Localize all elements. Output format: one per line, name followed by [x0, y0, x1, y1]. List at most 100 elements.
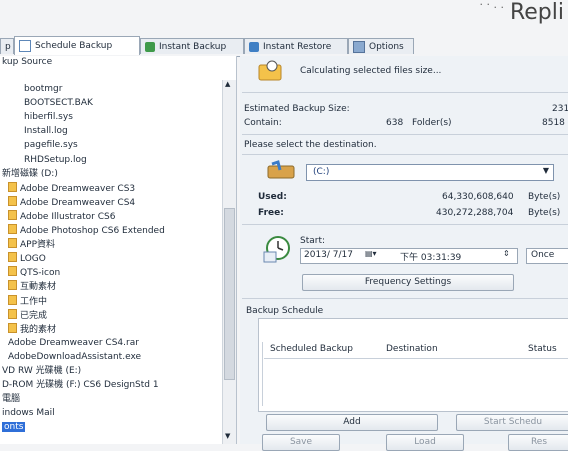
destination-prompt: Please select the destination. [244, 140, 377, 150]
chevron-down-icon: ▼ [542, 166, 549, 175]
backup-schedule-table[interactable] [258, 318, 568, 412]
calendar-dropdown-icon[interactable]: ▤▾ [365, 249, 377, 258]
tree-item-label: 電腦 [2, 394, 21, 405]
folder-icon [8, 195, 17, 206]
repeat-value: Once [531, 250, 555, 260]
tree-item-label: hiberfil.sys [24, 112, 73, 123]
options-icon [353, 40, 365, 53]
tree-item-label: QTS-icon [20, 268, 61, 279]
folder-count: 8518 [542, 118, 565, 128]
divider [242, 298, 568, 299]
time-spinner-icon[interactable]: ⇕ [503, 249, 510, 258]
restore-button[interactable]: Res [508, 434, 568, 451]
frequency-settings-button[interactable]: Frequency Settings [302, 274, 514, 291]
tab-options[interactable]: Options [348, 38, 414, 54]
app-title: Repli [509, 0, 564, 25]
tree-item-label: Adobe Dreamweaver CS4.rar [8, 337, 139, 348]
tree-item[interactable]: 新增磁碟 (D:) [2, 168, 58, 180]
tree-item[interactable]: bootmgr [24, 83, 62, 95]
contain-count: 638 [386, 118, 404, 128]
scroll-up-icon[interactable]: ▲ [225, 80, 230, 88]
tree-item[interactable]: QTS-icon [8, 266, 60, 278]
destination-drive-icon [266, 160, 298, 182]
tree-item[interactable]: Adobe Dreamweaver CS4.rar [8, 337, 139, 349]
tree-item[interactable]: Install.log [24, 125, 68, 137]
folder-search-icon [258, 58, 284, 82]
tree-item-label: AdobeDownloadAssistant.exe [8, 351, 142, 362]
tree-item-label: Adobe Dreamweaver CS4 [20, 197, 136, 208]
restore-arrow-icon [249, 41, 259, 52]
tree-item-label: Adobe Photoshop CS6 Extended [20, 226, 165, 236]
tree-item-label: APP資料 [20, 240, 56, 251]
start-schedule-button[interactable]: Start Schedu [456, 414, 568, 431]
backup-arrow-icon [145, 41, 155, 52]
tree-item-label: RHDSetup.log [24, 154, 87, 165]
tree-item[interactable]: 電腦 [2, 393, 20, 405]
tree-item-label: 工作中 [20, 296, 48, 307]
tree-item[interactable]: BOOTSECT.BAK [24, 97, 93, 109]
divider [242, 134, 568, 135]
tab-instant-restore[interactable]: Instant Restore [244, 38, 348, 54]
tree-item-label: D-ROM 光碟機 (F:) CS6 DesignStd 1 [2, 380, 159, 391]
load-button[interactable]: Load [386, 434, 464, 451]
column-header-scheduled-backup[interactable]: Scheduled Backup [270, 342, 353, 356]
tree-item[interactable]: D-ROM 光碟機 (F:) CS6 DesignStd 1 [2, 379, 159, 391]
backup-source-header: kup Source [2, 57, 53, 67]
folder-label: Folder(s) [412, 118, 452, 128]
add-button[interactable]: Add [266, 414, 438, 431]
free-label: Free: [258, 208, 284, 218]
tab-previous[interactable]: p [0, 38, 14, 54]
tree-item[interactable]: 互動素材 [8, 280, 56, 292]
tree-item[interactable]: 我的素材 [8, 322, 56, 335]
tree-item-label: Adobe Dreamweaver CS3 [20, 183, 136, 194]
tree-item[interactable]: Adobe Illustrator CS6 [8, 209, 115, 222]
tab-instant-backup[interactable]: Instant Backup [140, 38, 244, 54]
estimated-size-value: 231 [552, 104, 568, 114]
folder-icon [8, 181, 17, 192]
start-label: Start: [300, 236, 326, 246]
free-unit: Byte(s) [528, 208, 561, 218]
start-time[interactable]: 下午 03:31:39 [400, 250, 461, 263]
tab-schedule-backup[interactable]: Schedule Backup [14, 36, 140, 55]
tree-item[interactable]: Adobe Dreamweaver CS3 [8, 181, 136, 194]
tree-item-label: 已完成 [20, 310, 48, 321]
tree-item-label: BOOTSECT.BAK [24, 98, 93, 109]
tab-label: Instant Backup [159, 41, 227, 52]
table-header-divider [264, 358, 568, 359]
scroll-down-icon[interactable]: ▼ [225, 432, 230, 440]
tab-label: Instant Restore [263, 41, 332, 52]
divider [242, 92, 568, 93]
column-header-status[interactable]: Status [528, 342, 557, 356]
folder-icon [8, 280, 17, 291]
calculating-text: Calculating selected files size... [300, 66, 442, 76]
table-left-border [262, 342, 263, 406]
tree-item[interactable]: 工作中 [8, 294, 48, 307]
tree-item[interactable]: VD RW 光碟機 (E:) [2, 365, 81, 377]
tree-item[interactable]: AdobeDownloadAssistant.exe [8, 351, 141, 363]
tree-item[interactable]: LOGO [8, 252, 46, 264]
tab-label: Options [369, 41, 404, 52]
start-date[interactable]: 2013/ 7/17 [304, 250, 353, 260]
destination-select[interactable]: (C:) ▼ [306, 164, 554, 181]
folder-icon [8, 308, 17, 319]
folder-icon [8, 224, 17, 234]
clock-icon [262, 234, 292, 264]
tree-scrollbar-thumb[interactable] [224, 208, 235, 380]
used-value: 64,330,608,640 [442, 192, 514, 202]
tree-item[interactable]: onts [2, 421, 26, 433]
divider [242, 154, 568, 155]
tree-item[interactable]: hiberfil.sys [24, 111, 73, 123]
column-header-destination[interactable]: Destination [386, 342, 438, 356]
tree-item[interactable]: indows Mail [2, 407, 55, 419]
tree-item[interactable]: APP資料 [8, 238, 55, 250]
tree-item-label: onts [2, 422, 26, 433]
title-decoration: · · . . [479, 0, 504, 11]
save-button[interactable]: Save [262, 434, 340, 451]
folder-icon [8, 252, 17, 263]
tree-item[interactable]: Adobe Dreamweaver CS4 [8, 195, 136, 208]
tree-item[interactable]: RHDSetup.log [24, 154, 87, 166]
tree-item[interactable]: 已完成 [8, 308, 48, 321]
tree-item[interactable]: pagefile.sys [24, 139, 78, 151]
repeat-select[interactable]: Once [526, 248, 568, 264]
tree-item[interactable]: Adobe Photoshop CS6 Extended [8, 224, 165, 236]
